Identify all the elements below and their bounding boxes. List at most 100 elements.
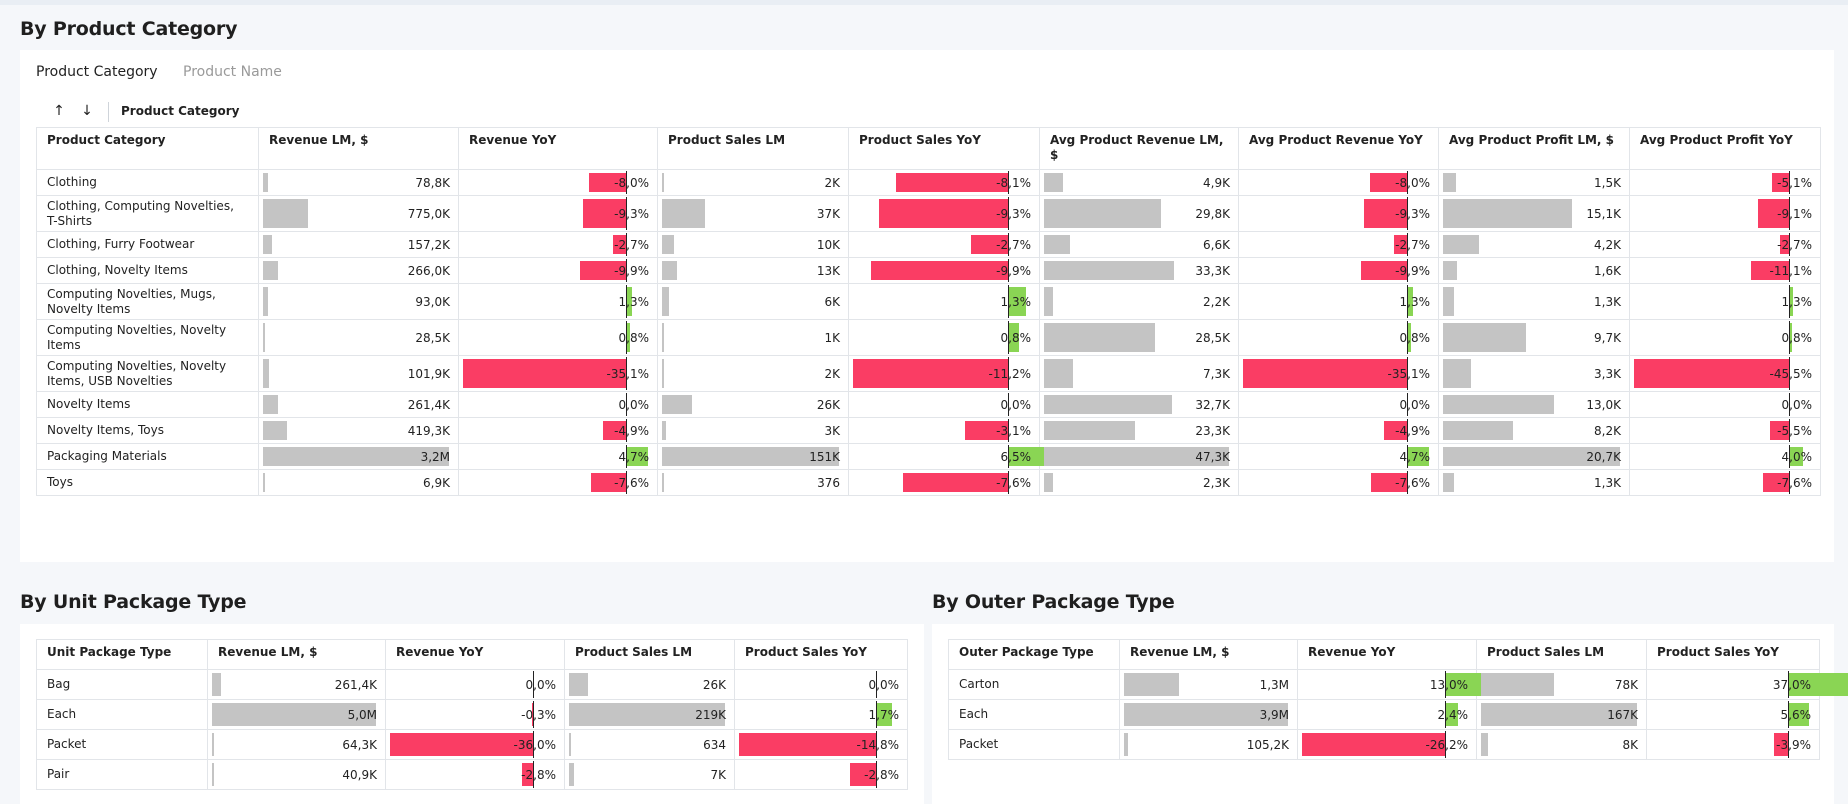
yoy-bar xyxy=(895,173,1008,192)
table-row[interactable]: Packet 64,3K -36,0% 634 -14,8% xyxy=(36,729,908,760)
column-header-product-sales-yoy[interactable]: Product Sales YoY xyxy=(734,639,908,670)
data-cell: -14,8% xyxy=(734,729,908,760)
data-cell: -11,1% xyxy=(1629,257,1821,284)
value-bar xyxy=(662,421,666,440)
data-cell: 7K xyxy=(564,759,735,790)
table-row[interactable]: Computing Novelties, Novelty Items 28,5K 0… xyxy=(36,319,1821,356)
tab-product-category[interactable]: Product Category xyxy=(36,64,158,80)
data-cell: 1,3% xyxy=(848,283,1040,320)
table-row[interactable]: Computing Novelties, Novelty Items, USB … xyxy=(36,355,1821,392)
cell-value: 10K xyxy=(816,237,840,252)
table-row[interactable]: Computing Novelties, Mugs, Novelty Items… xyxy=(36,283,1821,320)
table-row[interactable]: Packet 105,2K -26,2% 8K -3,9% xyxy=(948,729,1820,760)
table-row[interactable]: Packaging Materials 3,2M 4,7% 151K 6,5% 47,3K… xyxy=(36,443,1821,470)
group-by-label[interactable]: Product Category xyxy=(121,104,239,118)
section-title-unit: By Unit Package Type xyxy=(20,591,247,613)
tab-product-name[interactable]: Product Name xyxy=(183,64,282,80)
data-cell: 7,3K xyxy=(1039,355,1239,392)
column-header-outer-package-type[interactable]: Outer Package Type xyxy=(948,639,1120,670)
table-row[interactable]: Novelty Items, Toys 419,3K -4,9% 3K -3,1% 23,… xyxy=(36,417,1821,444)
table-row[interactable]: Clothing, Furry Footwear 157,2K -2,7% 10K -2… xyxy=(36,231,1821,258)
value-bar xyxy=(1044,473,1053,492)
data-cell: -2,8% xyxy=(734,759,908,790)
column-header-avg-product-revenue-yoy[interactable]: Avg Product Revenue YoY xyxy=(1238,127,1439,170)
row-label: Each xyxy=(36,699,208,730)
data-cell: -9,3% xyxy=(848,195,1040,232)
sort-descending-icon[interactable]: ↓ xyxy=(78,101,96,121)
row-label: Clothing, Furry Footwear xyxy=(36,231,259,258)
value-bar xyxy=(263,199,309,228)
cell-value: -9,1% xyxy=(1777,206,1812,221)
value-bar xyxy=(569,763,574,786)
data-cell: 775,0K xyxy=(258,195,459,232)
cell-value: 0,0% xyxy=(1000,397,1032,412)
cell-value: 1,3% xyxy=(1000,294,1032,309)
sort-ascending-icon[interactable]: ↑ xyxy=(50,101,68,121)
table-row[interactable]: Pair 40,9K -2,8% 7K -2,8% xyxy=(36,759,908,790)
cell-value: -4,9% xyxy=(1395,423,1430,438)
table-row[interactable]: Each 3,9M 2,4% 167K 5,6% xyxy=(948,699,1820,730)
yoy-bar xyxy=(739,733,876,756)
cell-value: -7,6% xyxy=(1395,475,1430,490)
cell-value: 13K xyxy=(816,263,840,278)
column-header-product-sales-yoy[interactable]: Product Sales YoY xyxy=(1646,639,1820,670)
data-cell: -9,3% xyxy=(458,195,658,232)
cell-value: 2,4% xyxy=(1437,707,1469,722)
data-cell: -2,7% xyxy=(1629,231,1821,258)
data-cell: 219K xyxy=(564,699,735,730)
cell-value: 6,9K xyxy=(423,475,450,490)
column-header-avg-product-revenue-lm[interactable]: Avg Product Revenue LM, $ xyxy=(1039,127,1239,170)
header-row: Product Category Revenue LM, $ Revenue YoY… xyxy=(36,127,1821,170)
data-cell: 93,0K xyxy=(258,283,459,320)
data-cell: 1,3K xyxy=(1438,469,1630,496)
column-header-revenue-yoy[interactable]: Revenue YoY xyxy=(458,127,658,170)
table-row[interactable]: Clothing, Computing Novelties, T-Shirts 7… xyxy=(36,195,1821,232)
column-header-unit-package-type[interactable]: Unit Package Type xyxy=(36,639,208,670)
column-header-revenue-lm[interactable]: Revenue LM, $ xyxy=(258,127,459,170)
data-cell: 0,8% xyxy=(1238,319,1439,356)
value-bar xyxy=(1443,473,1455,492)
cell-value: 6,5% xyxy=(1000,449,1032,464)
table-row[interactable]: Each 5,0M -0,3% 219K 1,7% xyxy=(36,699,908,730)
cell-value: 3K xyxy=(824,423,840,438)
cell-value: 1,3K xyxy=(1594,294,1621,309)
table-row[interactable]: Carton 1,3M 13,0% 78K 37,0% xyxy=(948,669,1848,700)
column-header-revenue-lm[interactable]: Revenue LM, $ xyxy=(1119,639,1298,670)
cell-value: 0,0% xyxy=(868,677,900,692)
cell-value: 4,0% xyxy=(1781,449,1813,464)
data-cell: 266,0K xyxy=(258,257,459,284)
value-bar xyxy=(212,673,221,696)
column-header-product-sales-lm[interactable]: Product Sales LM xyxy=(657,127,849,170)
data-cell: -7,6% xyxy=(848,469,1040,496)
table-row[interactable]: Toys 6,9K -7,6% 376 -7,6% 2,3K -7,6% 1,3K -7,6% xyxy=(36,469,1821,496)
cell-value: 3,2M xyxy=(420,449,450,464)
cell-value: 1,3% xyxy=(1399,294,1431,309)
cell-value: 1,3K xyxy=(1594,475,1621,490)
cell-value: 4,2K xyxy=(1594,237,1621,252)
column-header-revenue-yoy[interactable]: Revenue YoY xyxy=(1297,639,1477,670)
data-cell: -3,9% xyxy=(1646,729,1820,760)
column-header-avg-product-profit-lm[interactable]: Avg Product Profit LM, $ xyxy=(1438,127,1630,170)
table-row[interactable]: Clothing 78,8K -8,0% 2K -8,1% 4,9K -8,0% 1,5K -5… xyxy=(36,169,1821,196)
column-header-product-category[interactable]: Product Category xyxy=(36,127,259,170)
column-header-revenue-yoy[interactable]: Revenue YoY xyxy=(385,639,565,670)
column-header-product-sales-lm[interactable]: Product Sales LM xyxy=(564,639,735,670)
cell-value: 64,3K xyxy=(342,737,377,752)
cell-value: 419,3K xyxy=(407,423,450,438)
cell-value: -14,8% xyxy=(856,737,899,752)
data-cell: 40,9K xyxy=(207,759,386,790)
table-row[interactable]: Clothing, Novelty Items 266,0K -9,9% 13K -9,… xyxy=(36,257,1821,284)
table-row[interactable]: Bag 261,4K 0,0% 26K 0,0% xyxy=(36,669,908,700)
column-header-avg-product-profit-yoy[interactable]: Avg Product Profit YoY xyxy=(1629,127,1821,170)
data-cell: 2K xyxy=(657,169,849,196)
data-cell: 26K xyxy=(657,391,849,418)
cell-value: 0,0% xyxy=(1781,397,1813,412)
data-cell: 78,8K xyxy=(258,169,459,196)
cell-value: 1K xyxy=(824,330,840,345)
yoy-bar xyxy=(1302,733,1445,756)
column-header-product-sales-yoy[interactable]: Product Sales YoY xyxy=(848,127,1040,170)
table-row[interactable]: Novelty Items 261,4K 0,0% 26K 0,0% 32,7K 0,0% 1… xyxy=(36,391,1821,418)
column-header-product-sales-lm[interactable]: Product Sales LM xyxy=(1476,639,1647,670)
toolbar-divider xyxy=(108,102,109,122)
column-header-revenue-lm[interactable]: Revenue LM, $ xyxy=(207,639,386,670)
